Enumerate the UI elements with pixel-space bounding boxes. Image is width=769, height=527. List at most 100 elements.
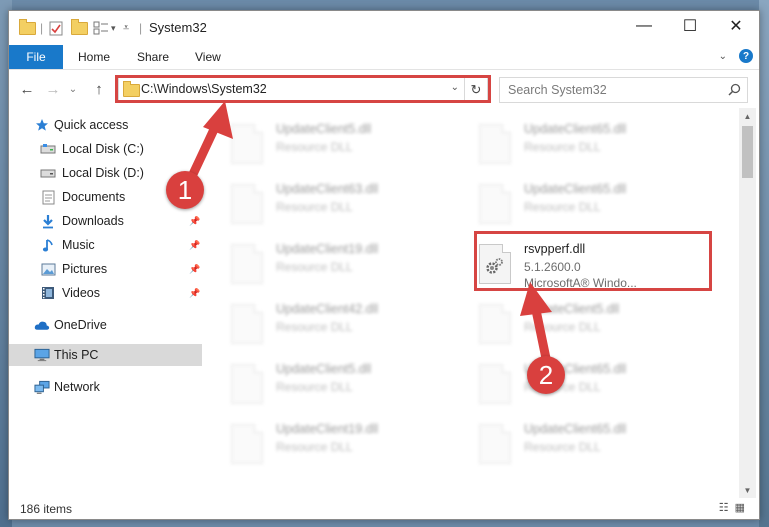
folder-icon[interactable] [19, 18, 36, 36]
file-type: Resource DLL [276, 140, 353, 154]
file-name: UpdateClient65.dll [524, 122, 627, 136]
large-icons-view-icon[interactable]: ▦ [735, 501, 745, 514]
file-type: Resource DLL [524, 440, 601, 454]
download-icon [40, 213, 56, 229]
file-type: Resource DLL [276, 260, 353, 274]
search-input[interactable]: Search System32 [499, 77, 748, 103]
videos-icon [40, 285, 56, 301]
properties-icon[interactable] [49, 20, 63, 36]
sidebar-item-downloads[interactable]: Downloads 📌 [9, 210, 202, 232]
navigation-bar: ← → ⌄ ↑ C:\Windows\System32 ⌄ ↻ Search S… [9, 70, 759, 108]
dll-file-icon [231, 304, 263, 344]
sidebar-item-label: OneDrive [54, 318, 107, 332]
window-title: System32 [149, 20, 207, 35]
help-icon[interactable]: ? [739, 49, 753, 63]
tab-home[interactable]: Home [78, 45, 110, 69]
desktop-background-right [759, 0, 769, 527]
customize-toolbar-icon[interactable] [93, 20, 109, 36]
list-item[interactable]: UpdateClient19.dll Resource DLL [231, 420, 461, 468]
file-type: Resource DLL [524, 200, 601, 214]
sidebar-item-label: This PC [54, 348, 99, 362]
sidebar-item-label: Local Disk (C:) [62, 142, 144, 156]
pin-icon[interactable]: 📌 [189, 264, 200, 275]
vertical-scrollbar[interactable]: ▲ ▼ [739, 108, 756, 498]
annotation-highlight-file [474, 231, 712, 291]
computer-icon [34, 347, 50, 363]
up-button[interactable]: ↑ [89, 79, 109, 99]
sidebar-item-label: Pictures [62, 262, 108, 276]
star-icon [34, 117, 50, 133]
sidebar-item-network[interactable]: Network [9, 376, 202, 398]
tab-file[interactable]: File [9, 45, 63, 69]
dll-file-icon [231, 424, 263, 464]
file-type: Resource DLL [524, 140, 601, 154]
search-placeholder: Search System32 [508, 83, 607, 97]
sidebar-item-label: Quick access [54, 118, 129, 132]
back-button[interactable]: ← [17, 79, 37, 99]
sidebar-item-label: Downloads [62, 214, 124, 228]
sidebar-item-music[interactable]: Music 📌 [9, 234, 202, 256]
sidebar-item-label: Documents [62, 190, 126, 204]
pin-icon[interactable]: 📌 [189, 216, 200, 227]
list-item[interactable]: UpdateClient5.dll Resource DLL [231, 360, 461, 408]
pictures-icon [40, 261, 56, 277]
tab-view[interactable]: View [195, 45, 221, 69]
tab-share[interactable]: Share [137, 45, 169, 69]
file-name: UpdateClient65.dll [524, 182, 627, 196]
status-bar: 186 items ☷ ▦ [9, 498, 759, 519]
list-item[interactable]: UpdateClient63.dll Resource DLL [231, 180, 461, 228]
scroll-down-icon[interactable]: ▼ [739, 482, 756, 498]
documents-icon [40, 189, 56, 205]
cloud-icon [34, 317, 50, 333]
ribbon-tabs: File Home Share View ⌄ ? [9, 45, 759, 70]
file-name: UpdateClient5.dll [276, 362, 372, 376]
file-type: Resource DLL [276, 440, 353, 454]
close-button[interactable]: ✕ [713, 11, 759, 41]
sidebar-item-label: Music [62, 238, 95, 252]
list-item[interactable]: UpdateClient65.dll Resource DLL [479, 180, 709, 228]
dll-file-icon [479, 304, 511, 344]
maximize-button[interactable]: ☐ [667, 11, 713, 41]
new-folder-icon[interactable] [71, 18, 88, 36]
list-item[interactable]: UpdateClient19.dll Resource DLL [231, 240, 461, 288]
annotation-step-2: 2 [527, 356, 565, 394]
qat-dropdown-icon[interactable]: ⩡ [123, 20, 129, 36]
sidebar-item-videos[interactable]: Videos 📌 [9, 282, 202, 304]
dll-file-icon [479, 124, 511, 164]
chevron-down-icon[interactable]: ▾ [111, 20, 116, 36]
sidebar-item-onedrive[interactable]: OneDrive [9, 314, 202, 336]
scroll-up-icon[interactable]: ▲ [739, 108, 756, 124]
sidebar-item-label: Network [54, 380, 100, 394]
pin-icon[interactable]: 📌 [189, 240, 200, 251]
file-type: Resource DLL [276, 320, 353, 334]
file-list: UpdateClient5.dll Resource DLL UpdateCli… [219, 108, 739, 498]
recent-locations-button[interactable]: ⌄ [63, 79, 83, 99]
dll-file-icon [479, 364, 511, 404]
list-item[interactable]: UpdateClient42.dll Resource DLL [231, 300, 461, 348]
expand-ribbon-icon[interactable]: ⌄ [719, 51, 727, 62]
search-icon[interactable] [728, 83, 741, 96]
list-item[interactable]: UpdateClient65.dll Resource DLL [479, 420, 709, 468]
sidebar-item-this-pc[interactable]: This PC [9, 344, 202, 366]
file-name: UpdateClient63.dll [276, 182, 379, 196]
file-name: UpdateClient65.dll [524, 422, 627, 436]
network-icon [34, 379, 50, 395]
file-type: Resource DLL [276, 200, 353, 214]
annotation-step-1: 1 [166, 171, 204, 209]
list-item[interactable]: UpdateClient5.dll Resource DLL [231, 120, 461, 168]
pin-icon[interactable]: 📌 [189, 288, 200, 299]
list-item[interactable]: UpdateClient65.dll Resource DLL [479, 120, 709, 168]
scroll-thumb[interactable] [742, 126, 753, 178]
details-view-icon[interactable]: ☷ [719, 501, 729, 514]
separator: | [40, 21, 44, 35]
dll-file-icon [231, 364, 263, 404]
file-name: UpdateClient19.dll [276, 242, 379, 256]
sidebar-item-label: Videos [62, 286, 100, 300]
sidebar-item-pictures[interactable]: Pictures 📌 [9, 258, 202, 280]
sidebar-item-label: Local Disk (D:) [62, 166, 144, 180]
minimize-button[interactable]: — [621, 11, 667, 41]
explorer-window: | ▾ ⩡ | System32 — ☐ ✕ File Home Share V… [8, 10, 760, 520]
dll-file-icon [479, 184, 511, 224]
forward-button[interactable]: → [43, 79, 63, 99]
file-name: UpdateClient19.dll [276, 422, 379, 436]
